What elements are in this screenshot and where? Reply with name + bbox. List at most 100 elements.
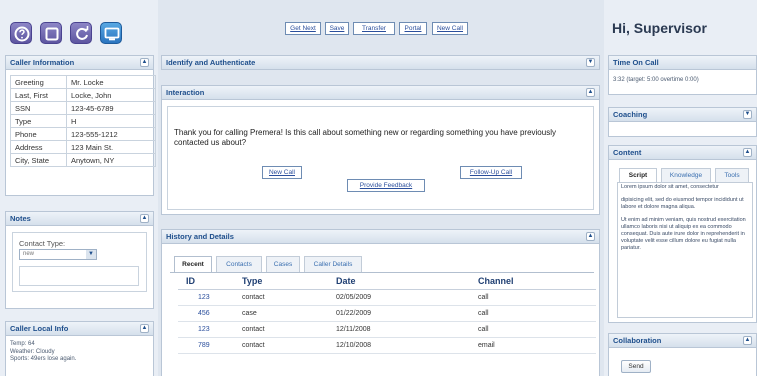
field-value: 123-45-6789 — [66, 101, 156, 115]
identify-authenticate-title: Identify and Authenticate — [166, 58, 256, 67]
tab-contacts[interactable]: Contacts — [216, 256, 262, 272]
field-value: 123-555-1212 — [66, 127, 156, 141]
content-title: Content — [613, 148, 642, 157]
table-row: Type H — [10, 114, 156, 128]
chevron-down-icon[interactable]: ▼ — [86, 250, 96, 259]
collaboration-title: Collaboration — [613, 336, 662, 345]
monitor-icon[interactable] — [100, 22, 122, 44]
contact-type-value: new — [23, 251, 35, 257]
table-row[interactable]: 456 case 01/22/2009 call — [178, 306, 596, 322]
get-next-button[interactable]: Get Next — [285, 22, 321, 35]
field-label: City, State — [10, 153, 67, 167]
content-header: Content ▲ — [609, 146, 756, 160]
tab-knowledge[interactable]: Knowledge — [661, 168, 711, 182]
row-date: 01/22/2009 — [336, 310, 372, 317]
notes-box: Contact Type: new ▼ — [12, 232, 147, 292]
tab-tools[interactable]: Tools — [715, 168, 749, 182]
table-row: Last, First Locke, John — [10, 88, 156, 102]
history-details-header: History and Details ▲ — [162, 230, 599, 244]
send-button[interactable]: Send — [621, 360, 651, 373]
tab-recent[interactable]: Recent — [174, 256, 212, 272]
time-on-call-header: Time On Call — [609, 56, 756, 70]
column-type[interactable]: Type — [242, 276, 262, 286]
row-id-link[interactable]: 123 — [198, 294, 210, 301]
weather-line: Weather: Cloudy — [10, 348, 55, 355]
row-type: case — [242, 310, 257, 317]
field-value: Mr. Locke — [66, 75, 156, 89]
table-row: City, State Anytown, NY — [10, 153, 156, 167]
collapse-toggle-icon[interactable]: ▲ — [743, 148, 752, 157]
window-icon[interactable] — [40, 22, 62, 44]
tab-cases[interactable]: Cases — [266, 256, 300, 272]
save-button[interactable]: Save — [325, 22, 349, 35]
right-column: Hi, Supervisor Time On Call 3:32 (target… — [604, 0, 757, 376]
field-value: 123 Main St. — [66, 140, 156, 154]
new-call-button[interactable]: New Call — [432, 22, 468, 35]
caller-local-info-title: Caller Local Info — [10, 324, 69, 333]
interaction-panel: Interaction ▲ Thank you for calling Preme… — [161, 85, 600, 215]
collapse-toggle-icon[interactable]: ▲ — [586, 88, 595, 97]
row-type: contact — [242, 294, 265, 301]
table-row: Phone 123-555-1212 — [10, 127, 156, 141]
row-channel: call — [478, 294, 489, 301]
transfer-button[interactable]: Transfer — [353, 22, 395, 35]
collaboration-header: Collaboration ▲ — [609, 334, 756, 348]
expand-toggle-icon[interactable]: ▼ — [586, 58, 595, 67]
script-text: Lorem ipsum dolor sit amet, consectetur … — [621, 184, 747, 258]
notes-textarea[interactable] — [19, 266, 139, 286]
row-id-link[interactable]: 456 — [198, 310, 210, 317]
table-row[interactable]: 123 contact 02/05/2009 call — [178, 290, 596, 306]
caller-information-title: Caller Information — [10, 58, 75, 67]
portal-button[interactable]: Portal — [399, 22, 427, 35]
row-channel: call — [478, 310, 489, 317]
coaching-header[interactable]: Coaching ▼ — [609, 108, 756, 122]
interaction-header: Interaction ▲ — [162, 86, 599, 100]
collapse-toggle-icon[interactable]: ▲ — [586, 232, 595, 241]
row-channel: call — [478, 326, 489, 333]
notes-title: Notes — [10, 214, 31, 223]
collapse-toggle-icon[interactable]: ▲ — [140, 324, 149, 333]
caller-info-table: Greeting Mr. Locke Last, First Locke, John… — [10, 75, 156, 167]
help-icon[interactable] — [10, 22, 32, 44]
interaction-title: Interaction — [166, 88, 205, 97]
expand-toggle-icon[interactable]: ▼ — [743, 110, 752, 119]
table-row[interactable]: 123 contact 12/11/2008 call — [178, 322, 596, 338]
table-row: Address 123 Main St. — [10, 140, 156, 154]
field-label: Greeting — [10, 75, 67, 89]
left-column: Caller Information ▲ Greeting Mr. Locke La… — [0, 0, 158, 376]
follow-up-call-button[interactable]: Follow-Up Call — [460, 166, 522, 179]
provide-feedback-button[interactable]: Provide Feedback — [347, 179, 425, 192]
script-paragraph: Lorem ipsum dolor sit amet, consectetur — [621, 184, 719, 190]
tab-script[interactable]: Script — [619, 168, 657, 182]
collaboration-panel: Collaboration ▲ Send — [608, 333, 757, 376]
column-date[interactable]: Date — [336, 276, 356, 286]
collapse-toggle-icon[interactable]: ▲ — [140, 58, 149, 67]
history-details-title: History and Details — [166, 232, 234, 241]
column-channel[interactable]: Channel — [478, 276, 514, 286]
tab-caller-details[interactable]: Caller Details — [304, 256, 362, 272]
identify-authenticate-header[interactable]: Identify and Authenticate ▼ — [162, 56, 599, 70]
contact-type-select[interactable]: new ▼ — [19, 249, 97, 260]
new-call-option-button[interactable]: New Call — [262, 166, 302, 179]
collapse-toggle-icon[interactable]: ▲ — [140, 214, 149, 223]
table-row[interactable]: 789 contact 12/10/2008 email — [178, 338, 596, 354]
notes-panel: Notes ▲ Contact Type: new ▼ — [5, 211, 154, 309]
field-value: Locke, John — [66, 88, 156, 102]
field-label: Type — [10, 114, 67, 128]
collapse-toggle-icon[interactable]: ▲ — [743, 336, 752, 345]
field-label: Address — [10, 140, 67, 154]
field-value: Anytown, NY — [66, 153, 156, 167]
row-type: contact — [242, 342, 265, 349]
row-id-link[interactable]: 789 — [198, 342, 210, 349]
row-date: 12/10/2008 — [336, 342, 372, 349]
column-id[interactable]: ID — [186, 276, 195, 286]
history-table: ID Type Date Channel 123 contact 02/05/2… — [178, 273, 596, 354]
row-type: contact — [242, 326, 265, 333]
row-id-link[interactable]: 123 — [198, 326, 210, 333]
row-channel: email — [478, 342, 495, 349]
row-date: 12/11/2008 — [336, 326, 371, 333]
refresh-icon[interactable] — [70, 22, 92, 44]
row-date: 02/05/2009 — [336, 294, 372, 301]
local-info-text: Temp: 64 Weather: Cloudy Sports: 49ers l… — [10, 341, 76, 364]
caller-information-panel: Caller Information ▲ Greeting Mr. Locke La… — [5, 55, 156, 196]
